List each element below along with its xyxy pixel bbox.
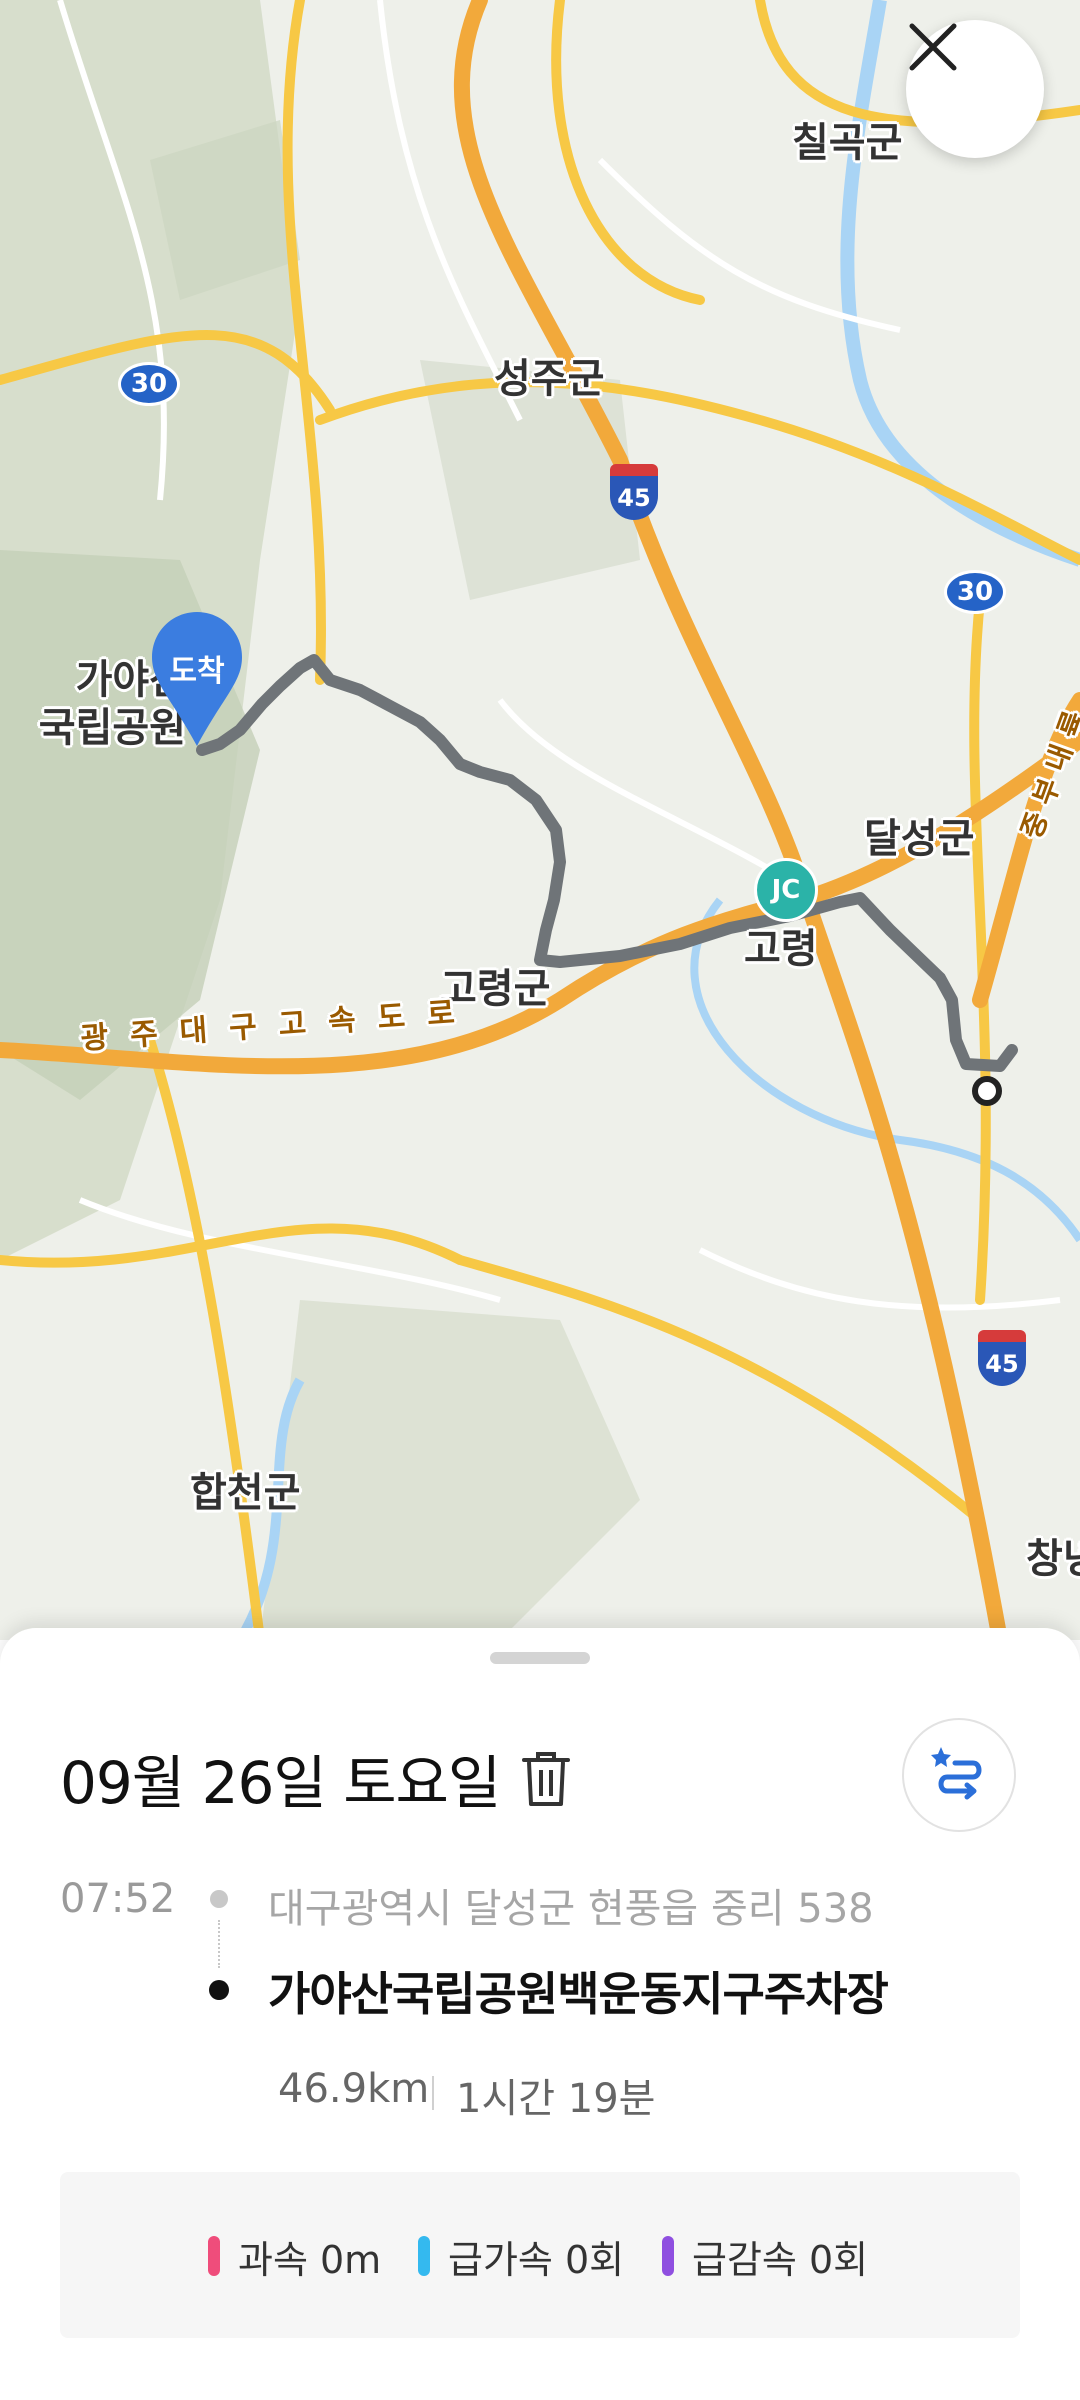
start-dot [210,1890,228,1908]
trip-distance: 46.9km [278,2066,430,2112]
stat-speeding: 과속 0m [208,2232,381,2282]
stat-rapid-decel-label: 급감속 0회 [692,2237,869,2282]
drag-handle[interactable] [490,1652,590,1664]
stat-rapid-decel: 급감속 0회 [662,2232,868,2282]
start-point-marker [972,1076,1002,1106]
delete-trip-button[interactable] [520,1748,572,1808]
route-map[interactable]: 칠곡군 성주군 가야산 국립공원 달성군 고령 고령군 합천군 창녕 광주대구고… [0,0,1080,1640]
map-label-goryeong-town: 고령 [744,926,818,972]
arrival-pin-label: 도착 [169,654,225,689]
trash-icon [522,1752,570,1806]
destination-name: 가야산국립공원백운동지구주차장 [268,1967,889,2021]
map-label-hapcheon: 합천군 [190,1470,301,1516]
map-label-changnyeong: 창녕 [1026,1536,1080,1582]
close-button[interactable] [906,20,1044,158]
trip-duration: 1시간 19분 [456,2076,656,2122]
stat-rapid-accel: 급가속 0회 [418,2232,624,2282]
route-30-shield-right: 30 [944,570,1006,614]
map-label-chilgok: 칠곡군 [792,120,903,166]
junction-badge: JC [754,858,818,922]
trip-detail-sheet: 09월 26일 토요일 07:52 대구광역시 달성군 현풍읍 중리 538 가… [0,1628,1080,2400]
speeding-indicator [208,2236,220,2276]
arrival-pin[interactable]: 도착 [150,610,244,750]
rapid-decel-indicator [662,2236,674,2276]
rapid-accel-indicator [418,2236,430,2276]
start-time: 07:52 [60,1876,176,1922]
route-star-swap-icon [931,1747,982,1800]
route-30-shield-left: 30 [118,362,180,406]
end-dot [209,1980,229,2000]
route-connector [218,1920,220,1968]
stat-rapid-accel-label: 급가속 0회 [448,2237,625,2282]
close-icon [909,23,957,71]
driving-stats-box: 과속 0m 급가속 0회 급감속 0회 [60,2172,1020,2338]
interstate-45-shield-bottom: 45 [974,1328,1030,1388]
interstate-45-shield-top: 45 [606,462,662,522]
stat-divider [432,2076,434,2110]
trip-date-title: 09월 26일 토요일 [60,1749,501,1817]
map-label-seongju: 성주군 [494,356,605,402]
start-address: 대구광역시 달성군 현풍읍 중리 538 [268,1886,874,1932]
map-label-dalseong: 달성군 [864,816,975,862]
route-swap-button[interactable] [902,1718,1016,1832]
stat-speeding-label: 과속 0m [238,2237,382,2282]
